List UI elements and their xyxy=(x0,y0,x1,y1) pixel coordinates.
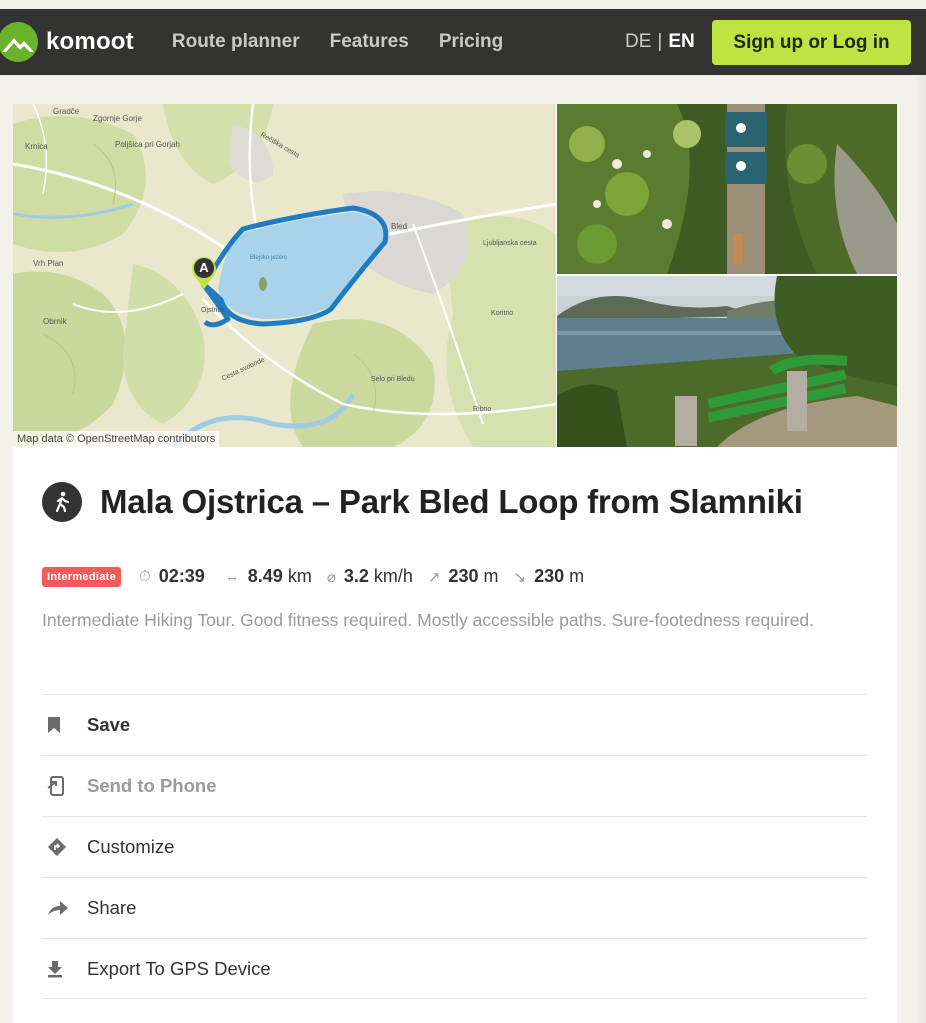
route-sign-icon xyxy=(42,837,87,857)
share-action[interactable]: Share xyxy=(42,877,867,938)
route-map[interactable]: Gradče Zgornje Gorje Krnica Poljšica pri… xyxy=(13,104,556,447)
map-label: Ljubljanska cesta xyxy=(483,240,537,247)
speed-value: 3.2 xyxy=(343,566,369,586)
map-label: Ribno xyxy=(473,406,492,413)
hiking-icon xyxy=(42,482,82,522)
distance-value: 8.49 xyxy=(247,566,283,586)
speed-icon: ⌀ xyxy=(326,568,336,586)
map-attribution[interactable]: Map data © OpenStreetMap contributors xyxy=(13,431,220,447)
customize-action[interactable]: Customize xyxy=(42,816,867,877)
save-label: Save xyxy=(87,714,131,735)
phone-send-icon xyxy=(42,776,87,796)
map-label: Obrnik xyxy=(43,317,67,326)
map-label: Selo pri Bledu xyxy=(371,376,415,383)
top-navbar: komoot Route planner Features Pricing DE… xyxy=(0,9,926,75)
start-marker-label: A xyxy=(199,260,209,275)
tour-title: Mala Ojstrica – Park Bled Loop from Slam… xyxy=(100,483,803,520)
downhill-stat: ↘ 230 m xyxy=(514,566,585,587)
download-icon xyxy=(42,960,87,978)
main-nav: Route planner Features Pricing xyxy=(172,31,503,53)
map-label: Koritno xyxy=(491,310,514,317)
komoot-logo[interactable]: komoot xyxy=(0,22,134,62)
send-to-phone-label: Send to Phone xyxy=(87,775,217,796)
tour-title-row: Mala Ojstrica – Park Bled Loop from Slam… xyxy=(42,482,803,522)
duration-value: 02:39 xyxy=(158,566,205,586)
map-label: Ojstrica xyxy=(201,307,225,314)
nav-pricing[interactable]: Pricing xyxy=(439,31,503,53)
map-label: Blejsko jezero xyxy=(250,255,288,261)
nav-route-planner[interactable]: Route planner xyxy=(172,31,300,53)
brand-name: komoot xyxy=(46,28,134,55)
page-edge xyxy=(916,75,926,1023)
map-label: Bled xyxy=(391,222,408,231)
mountain-logo-icon xyxy=(0,22,38,62)
downhill-arrow-icon: ↘ xyxy=(513,568,527,586)
distance-stat: ↔ 8.49 km xyxy=(225,566,312,587)
tour-card: Gradče Zgornje Gorje Krnica Poljšica pri… xyxy=(13,104,897,1023)
downhill-value: 230 xyxy=(534,566,565,586)
difficulty-badge: Intermediate xyxy=(42,566,122,587)
share-arrow-icon xyxy=(42,900,87,916)
lang-separator: | xyxy=(657,31,663,52)
map-label: Vrh Plan xyxy=(33,259,64,268)
tour-description: Intermediate Hiking Tour. Good fitness r… xyxy=(42,610,815,630)
map-label: Poljšica pri Gorjah xyxy=(115,140,180,149)
downhill-unit: m xyxy=(569,566,585,586)
map-label: Zgornje Gorje xyxy=(93,114,142,123)
language-switcher: DE | EN xyxy=(625,31,695,53)
distance-arrows-icon: ↔ xyxy=(224,568,240,585)
uphill-stat: ↗ 230 m xyxy=(428,566,499,587)
uphill-value: 230 xyxy=(448,566,479,586)
speed-stat: ⌀ 3.2 km/h xyxy=(327,566,413,587)
top-strip xyxy=(0,0,926,9)
uphill-arrow-icon: ↗ xyxy=(427,568,441,586)
nav-features[interactable]: Features xyxy=(330,31,409,53)
map-label: Gradče xyxy=(53,107,80,116)
speed-unit: km/h xyxy=(373,566,413,586)
send-to-phone-action[interactable]: Send to Phone xyxy=(42,755,867,816)
start-marker[interactable]: A xyxy=(189,254,219,290)
signup-login-button[interactable]: Sign up or Log in xyxy=(712,20,911,65)
export-gps-action[interactable]: Export To GPS Device xyxy=(42,938,867,999)
bookmark-icon xyxy=(42,716,87,734)
lake-bench-photo[interactable] xyxy=(557,276,897,447)
tour-actions: Save Send to Phone Customize Share Expor… xyxy=(42,694,867,999)
duration-stat: ⏱ 02:39 xyxy=(139,566,210,587)
lang-de[interactable]: DE xyxy=(625,31,651,52)
tour-hero: Gradče Zgornje Gorje Krnica Poljšica pri… xyxy=(13,104,897,447)
customize-label: Customize xyxy=(87,836,175,857)
uphill-unit: m xyxy=(483,566,499,586)
lang-en[interactable]: EN xyxy=(668,31,694,52)
trail-sign-photo[interactable] xyxy=(557,104,897,274)
save-action[interactable]: Save xyxy=(42,694,867,755)
tour-stats: Intermediate ⏱ 02:39 ↔ 8.49 km ⌀ 3.2 km/… xyxy=(42,566,599,587)
distance-unit: km xyxy=(287,566,312,586)
share-label: Share xyxy=(87,897,137,918)
export-gps-label: Export To GPS Device xyxy=(87,957,271,979)
map-label: Krnica xyxy=(25,142,48,151)
stopwatch-icon: ⏱ xyxy=(139,568,151,585)
